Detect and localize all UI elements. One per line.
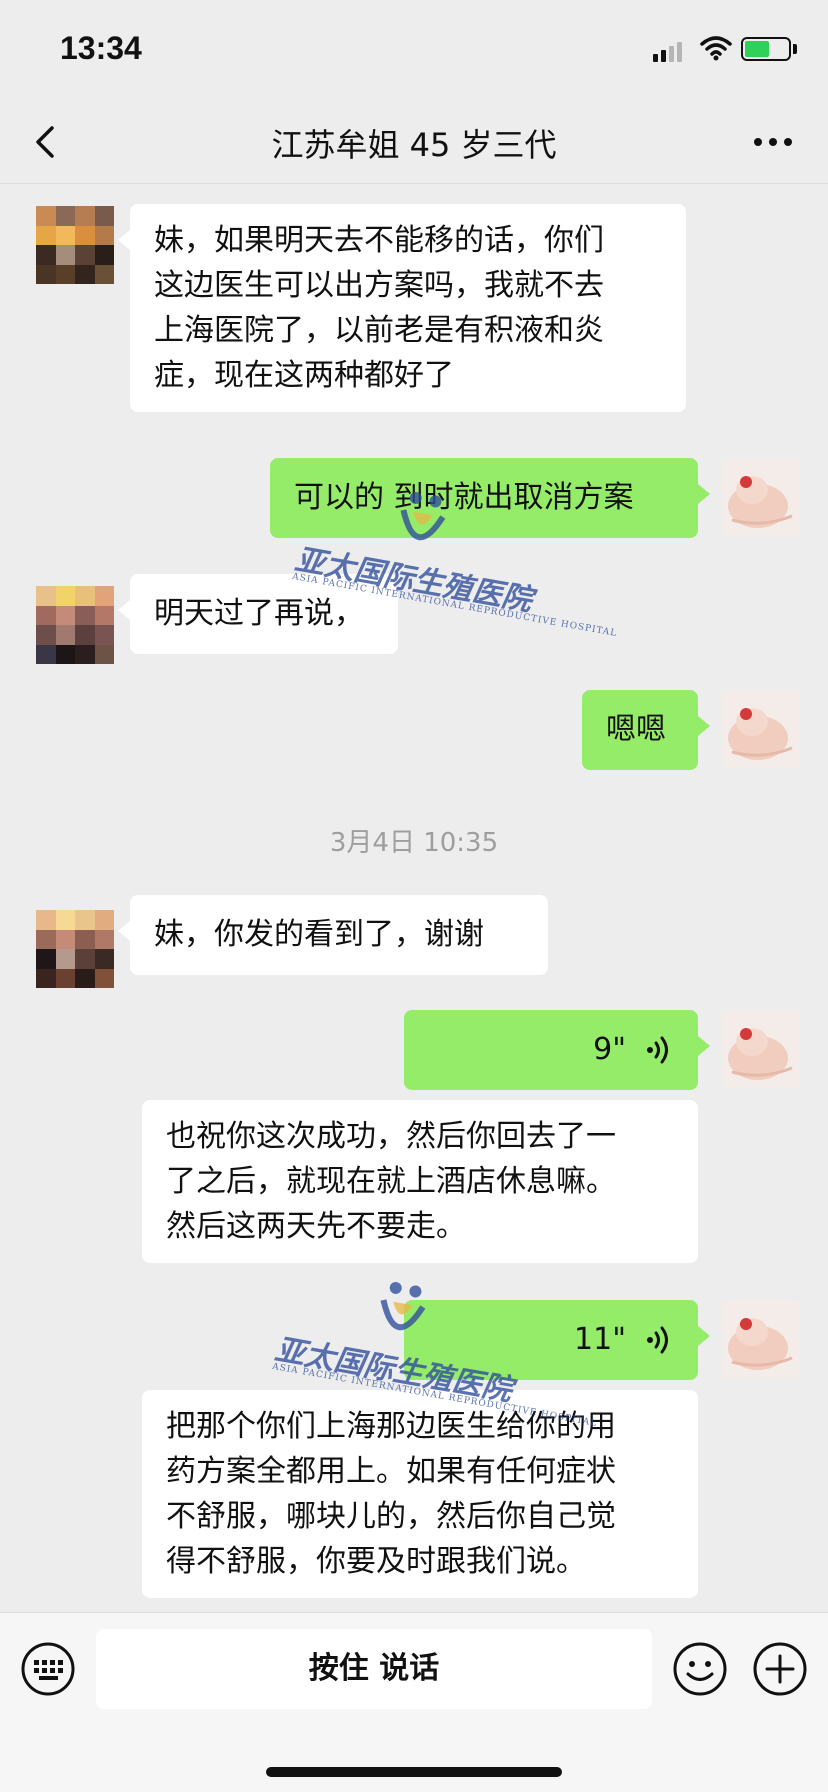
emoji-icon[interactable] bbox=[672, 1641, 728, 1697]
contact-avatar[interactable] bbox=[36, 206, 114, 284]
transcript-line: 了之后，就现在就上酒店休息嘛。 bbox=[166, 1164, 616, 1199]
plus-icon[interactable] bbox=[752, 1641, 808, 1697]
voice-transcript: 也祝你这次成功，然后你回去了一 了之后，就现在就上酒店休息嘛。 然后这两天先不要… bbox=[142, 1100, 698, 1263]
transcript-line: 得不舒服，你要及时跟我们说。 bbox=[166, 1544, 586, 1579]
message-text: 嗯嗯 bbox=[606, 712, 666, 747]
contact-avatar[interactable] bbox=[36, 586, 114, 664]
message-line: 妹，如果明天去不能移的话，你们 bbox=[154, 223, 604, 258]
hospital-logo-icon bbox=[380, 1281, 426, 1331]
battery-icon bbox=[741, 37, 791, 61]
voice-message-bubble[interactable]: 9" bbox=[404, 1010, 710, 1090]
chat-input-bar: 按住 说话 bbox=[0, 1612, 828, 1792]
message-timestamp: 3月4日 10:35 bbox=[329, 828, 499, 858]
voice-message-content: 9" bbox=[428, 1027, 674, 1072]
message-bubble-received[interactable]: 妹，你发的看到了，谢谢 bbox=[118, 895, 548, 975]
transcript-line: 然后这两天先不要走。 bbox=[166, 1209, 466, 1244]
message-line: 上海医院了，以前老是有积液和炎 bbox=[154, 313, 604, 348]
user-avatar[interactable] bbox=[722, 690, 800, 768]
message-bubble-received[interactable]: 妹，如果明天去不能移的话，你们 这边医生可以出方案吗，我就不去 上海医院了，以前… bbox=[118, 204, 686, 412]
hold-to-talk-button[interactable]: 按住 说话 bbox=[96, 1629, 652, 1709]
message-line: 症，现在这两种都好了 bbox=[154, 358, 454, 393]
transcript-line: 也祝你这次成功，然后你回去了一 bbox=[166, 1119, 616, 1154]
user-avatar[interactable] bbox=[722, 458, 800, 536]
contact-avatar[interactable] bbox=[36, 910, 114, 988]
chat-title: 江苏牟姐 45 岁三代 bbox=[271, 126, 557, 164]
voice-duration: 11" bbox=[574, 1322, 626, 1357]
keyboard-icon[interactable] bbox=[20, 1641, 76, 1697]
user-avatar[interactable] bbox=[722, 1300, 800, 1378]
chat-header: 江苏牟姐 45 岁三代 bbox=[0, 100, 828, 184]
more-dots-icon[interactable] bbox=[748, 128, 798, 156]
voice-duration: 9" bbox=[593, 1032, 626, 1067]
battery-tip bbox=[793, 44, 797, 54]
status-bar: 13:34 bbox=[0, 0, 828, 100]
message-bubble-sent[interactable]: 嗯嗯 bbox=[582, 690, 710, 770]
voice-wave-icon bbox=[647, 1036, 668, 1063]
hospital-logo-icon bbox=[400, 491, 446, 541]
user-avatar[interactable] bbox=[722, 1010, 800, 1088]
home-indicator bbox=[266, 1767, 562, 1777]
wifi-icon bbox=[700, 36, 732, 61]
transcript-line: 不舒服，哪块儿的，然后你自己觉 bbox=[166, 1499, 616, 1534]
message-text: 妹，你发的看到了，谢谢 bbox=[154, 917, 484, 952]
status-time: 13:34 bbox=[60, 30, 142, 66]
voice-wave-icon bbox=[647, 1326, 668, 1353]
cellular-signal-icon bbox=[653, 40, 682, 62]
message-line: 这边医生可以出方案吗，我就不去 bbox=[154, 268, 604, 303]
transcript-line: 药方案全都用上。如果有任何症状 bbox=[166, 1454, 616, 1489]
